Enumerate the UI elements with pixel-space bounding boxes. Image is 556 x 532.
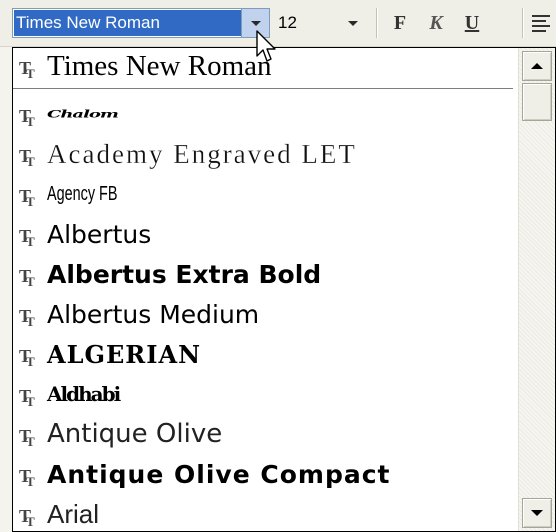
font-name-label: Antique Olive bbox=[47, 419, 223, 449]
scroll-down-arrow-icon bbox=[531, 510, 543, 516]
font-name-label: Academy Engraved LET bbox=[47, 138, 357, 169]
truetype-font-icon: TT bbox=[19, 306, 35, 329]
font-item[interactable]: TT Albertus bbox=[13, 214, 513, 254]
font-size-dropdown-button[interactable] bbox=[342, 10, 364, 36]
all-fonts-list: TT Chalom TT Academy Engraved LET TT Age… bbox=[13, 94, 513, 531]
font-name-label: Aldhabi bbox=[47, 382, 121, 406]
mouse-pointer-icon bbox=[256, 30, 276, 62]
font-item[interactable]: TT Agency FB bbox=[13, 174, 513, 214]
font-size-input[interactable] bbox=[276, 10, 342, 36]
underline-button[interactable]: U bbox=[456, 8, 488, 38]
truetype-font-icon: TT bbox=[19, 426, 35, 449]
font-item[interactable]: TT Antique Olive bbox=[13, 414, 513, 454]
font-item[interactable]: TT Antique Olive Compact bbox=[13, 454, 513, 494]
font-name-label: Albertus Extra Bold bbox=[47, 259, 322, 289]
align-line bbox=[532, 19, 546, 22]
font-name-label: Times New Roman bbox=[47, 49, 272, 82]
font-name-label: Albertus bbox=[47, 219, 152, 249]
truetype-font-icon: TT bbox=[19, 506, 35, 529]
truetype-font-icon: TT bbox=[19, 146, 35, 169]
scroll-up-button[interactable] bbox=[522, 51, 552, 81]
align-left-button[interactable] bbox=[528, 10, 556, 36]
truetype-font-icon: TT bbox=[19, 466, 35, 489]
truetype-font-icon: TT bbox=[19, 346, 35, 369]
font-name-label: Arial bbox=[47, 498, 100, 529]
font-name-label: Antique Olive Compact bbox=[47, 459, 391, 489]
chevron-down-icon bbox=[250, 20, 261, 26]
scroll-down-button[interactable] bbox=[522, 498, 552, 528]
font-dropdown-list[interactable]: TT Times New Roman TT Chalom TT Academy … bbox=[12, 47, 556, 532]
font-item[interactable]: TT Albertus Medium bbox=[13, 294, 513, 334]
font-name-label: Agency FB bbox=[47, 182, 118, 205]
font-name-label: ALGERIAN bbox=[47, 339, 202, 369]
font-item[interactable]: TT Albertus Extra Bold bbox=[13, 254, 513, 294]
truetype-font-icon: TT bbox=[19, 266, 35, 289]
font-name-combobox[interactable] bbox=[12, 8, 270, 38]
truetype-font-icon: TT bbox=[19, 386, 35, 409]
scroll-up-arrow-icon bbox=[531, 63, 543, 69]
bold-button[interactable]: F bbox=[384, 8, 416, 38]
scrollbar-thumb[interactable] bbox=[522, 83, 552, 121]
font-size-combobox[interactable] bbox=[274, 8, 372, 38]
chevron-down-icon bbox=[348, 20, 358, 26]
truetype-font-icon: TT bbox=[19, 226, 35, 249]
toolbar-separator bbox=[522, 8, 523, 38]
font-name-label: Chalom bbox=[47, 108, 119, 120]
italic-button[interactable]: K bbox=[420, 8, 452, 38]
font-item[interactable]: TT Chalom bbox=[13, 94, 513, 134]
font-item[interactable]: TT Aldhabi bbox=[13, 374, 513, 414]
truetype-font-icon: TT bbox=[19, 58, 35, 81]
font-item[interactable]: TT ALGERIAN bbox=[13, 334, 513, 374]
align-line bbox=[532, 29, 546, 32]
truetype-font-icon: TT bbox=[19, 106, 35, 129]
vertical-scrollbar[interactable] bbox=[518, 48, 555, 531]
font-name-label: Albertus Medium bbox=[47, 299, 260, 329]
truetype-font-icon: TT bbox=[19, 186, 35, 209]
font-name-input[interactable] bbox=[14, 10, 242, 36]
font-item[interactable]: TT Academy Engraved LET bbox=[13, 134, 513, 174]
align-left-icon bbox=[532, 14, 550, 17]
font-item[interactable]: TT Arial bbox=[13, 494, 513, 531]
align-line bbox=[532, 24, 550, 27]
toolbar-separator bbox=[376, 8, 377, 38]
